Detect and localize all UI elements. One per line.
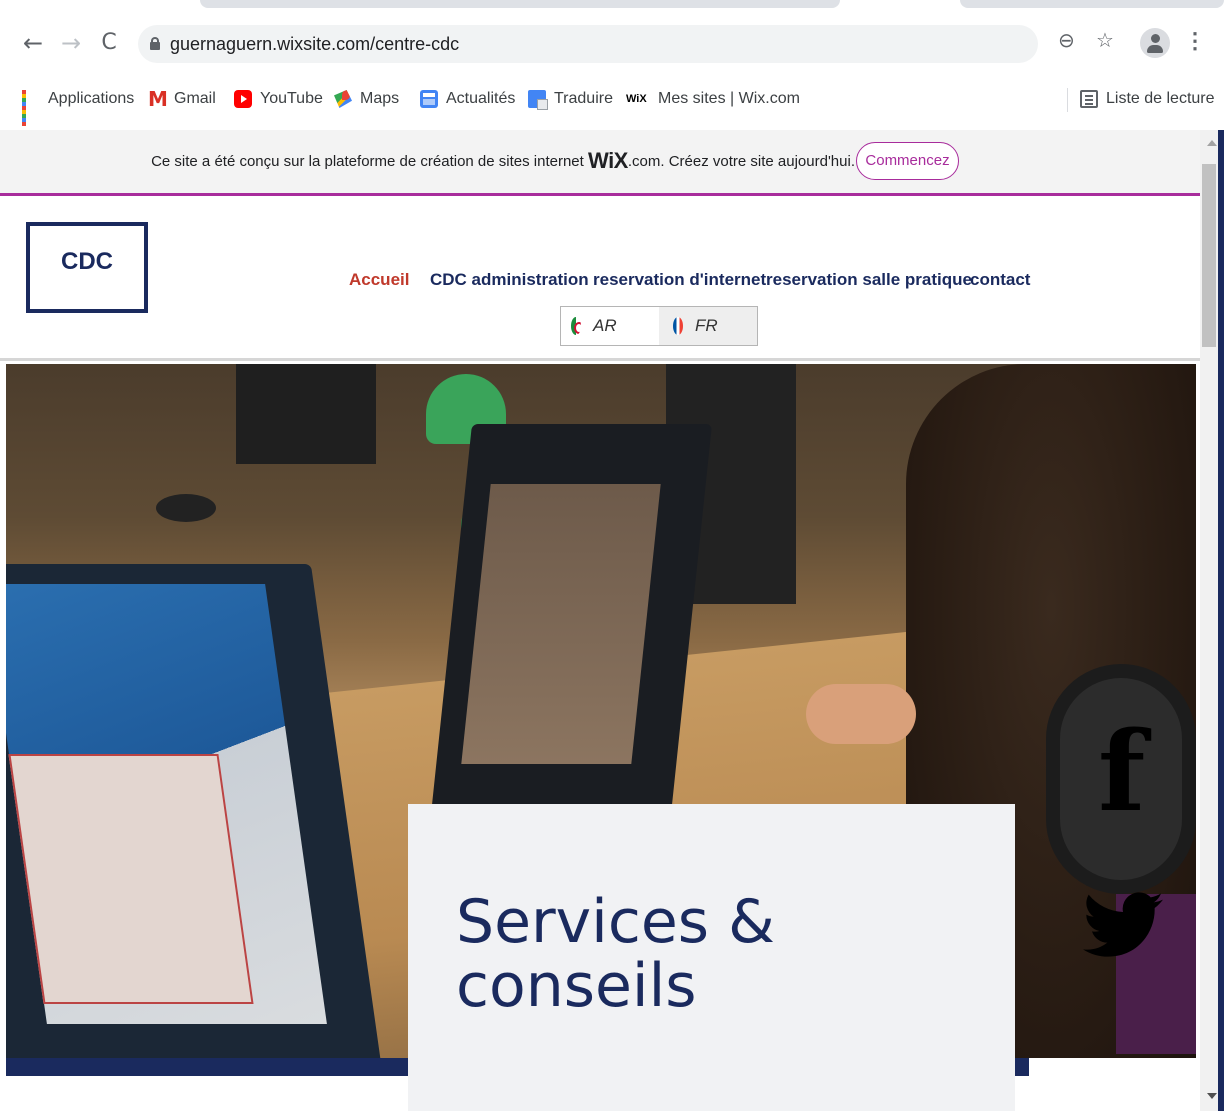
bookmarks-bar: Applications M Gmail YouTube Maps Actual… <box>0 78 1224 126</box>
site-header: CDC Accueil CDC administration reservati… <box>0 199 1200 361</box>
scroll-down-arrow-icon[interactable] <box>1207 1093 1217 1099</box>
site-logo-text: CDC <box>61 248 113 275</box>
back-button[interactable]: ← <box>18 28 48 58</box>
news-icon <box>420 90 438 108</box>
nav-reservation-internet[interactable]: reservation d'internet <box>593 270 766 290</box>
wix-icon: WiX <box>626 93 647 105</box>
browser-toolbar: ← → C guernaguern.wixsite.com/centre-cdc… <box>0 18 1224 74</box>
services-title-line2: conseils <box>456 951 697 1021</box>
algeria-flag-icon <box>571 317 581 335</box>
bookmark-traduire[interactable]: Traduire <box>528 88 613 110</box>
reading-list-button[interactable]: Liste de lecture <box>1080 88 1215 110</box>
commencez-button[interactable]: Commencez <box>856 142 959 180</box>
bookmark-gmail[interactable]: M Gmail <box>148 88 216 110</box>
address-bar[interactable]: guernaguern.wixsite.com/centre-cdc <box>138 25 1038 63</box>
lang-option-fr[interactable]: FR <box>659 307 757 345</box>
wix-promo-text: Ce site a été conçu sur la plateforme de… <box>0 148 855 174</box>
bookmark-maps[interactable]: Maps <box>334 88 399 110</box>
reload-button[interactable]: C <box>94 28 124 58</box>
bookmark-label: Actualités <box>446 90 516 107</box>
maps-icon <box>334 90 352 108</box>
page-viewport: Ce site a été conçu sur la plateforme de… <box>0 130 1200 1111</box>
url-text[interactable]: guernaguern.wixsite.com/centre-cdc <box>170 34 459 55</box>
translate-icon <box>528 90 548 110</box>
lock-icon[interactable] <box>150 37 160 50</box>
menu-kebab-icon[interactable]: ⋮ <box>1184 28 1206 54</box>
nav-reservation-salle-pratique[interactable]: reservation salle pratique <box>766 270 972 290</box>
tab-strip-right <box>960 0 1224 8</box>
bookmark-label: Traduire <box>554 90 613 107</box>
site-logo[interactable]: CDC <box>26 222 148 313</box>
lang-code: AR <box>593 316 617 335</box>
france-flag-icon <box>673 317 683 335</box>
youtube-icon <box>234 90 252 108</box>
facebook-icon[interactable]: f <box>1098 717 1145 827</box>
bookmark-actualites[interactable]: Actualités <box>420 88 515 110</box>
nav-contact[interactable]: contact <box>970 270 1030 290</box>
wix-promo-banner: Ce site a été conçu sur la plateforme de… <box>0 130 1200 196</box>
nav-cdc-administration[interactable]: CDC administration <box>430 270 589 290</box>
lang-option-ar[interactable]: AR <box>561 307 659 345</box>
wix-logo: WiX <box>588 148 628 173</box>
bookmark-label: Applications <box>48 90 135 107</box>
scroll-thumb[interactable] <box>1202 164 1216 347</box>
services-title-line1: Services & <box>456 887 775 957</box>
scroll-up-arrow-icon[interactable] <box>1207 140 1217 146</box>
apps-grid-icon <box>22 90 40 126</box>
window-edge <box>1218 130 1224 1111</box>
reading-list-label: Liste de lecture <box>1106 90 1215 107</box>
profile-avatar[interactable] <box>1140 28 1170 58</box>
services-card: Services & conseils <box>408 804 1015 1111</box>
services-title: Services & conseils <box>456 890 816 1018</box>
lang-code: FR <box>695 316 718 335</box>
bookmark-wix[interactable]: WiX Mes sites | Wix.com <box>626 88 800 110</box>
forward-button[interactable]: → <box>56 28 86 58</box>
zoom-icon[interactable]: ⊖ <box>1058 28 1075 52</box>
gmail-icon: M <box>148 87 168 111</box>
twitter-icon[interactable] <box>1083 890 1163 960</box>
wix-promo-text-before: Ce site a été conçu sur la plateforme de… <box>151 153 584 170</box>
bookmarks-divider <box>1067 88 1068 112</box>
bookmark-label: YouTube <box>260 90 323 107</box>
browser-chrome: ← → C guernaguern.wixsite.com/centre-cdc… <box>0 0 1224 130</box>
bookmark-label: Mes sites | Wix.com <box>658 90 800 107</box>
bookmark-applications[interactable]: Applications <box>22 88 135 126</box>
tab-strip <box>200 0 840 8</box>
language-selector: AR FR <box>560 306 758 346</box>
nav-accueil[interactable]: Accueil <box>349 270 409 290</box>
bookmark-star-icon[interactable]: ☆ <box>1096 28 1114 52</box>
wix-promo-text-after: .com. Créez votre site aujourd'hui. <box>627 153 855 170</box>
reading-list-icon <box>1080 90 1098 108</box>
bookmark-youtube[interactable]: YouTube <box>234 88 323 110</box>
bookmark-label: Maps <box>360 90 400 107</box>
bookmark-label: Gmail <box>174 90 216 107</box>
